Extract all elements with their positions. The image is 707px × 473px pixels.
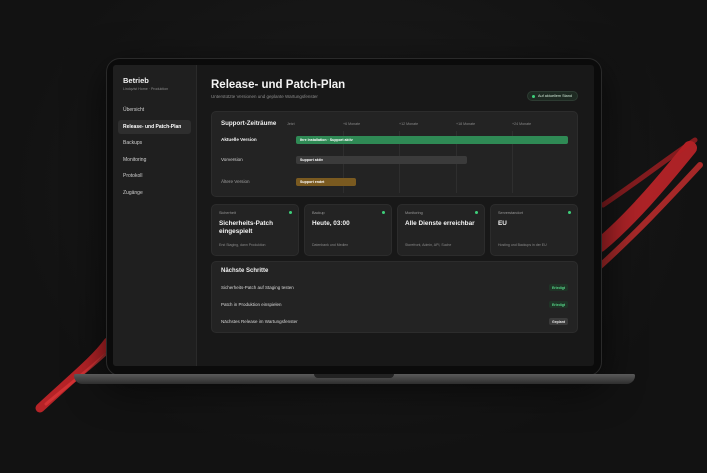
sidebar-item-release-plan[interactable]: Release- und Patch-Plan bbox=[118, 119, 191, 134]
status-badge: Auf aktuellem Stand bbox=[527, 91, 578, 101]
tile-security[interactable]: Sicherheit Sicherheits-Patch eingespielt… bbox=[211, 204, 299, 256]
stage: Betrieb Lindqvist Home · Produktion Über… bbox=[0, 0, 707, 473]
list-item[interactable]: Nächstes Release im Wartungsfenster Gepl… bbox=[221, 313, 568, 330]
tick-label: +12 Monate bbox=[399, 122, 419, 126]
tick-label: +6 Monate bbox=[343, 122, 361, 126]
page-title: Release- und Patch-Plan bbox=[211, 79, 346, 91]
tile-note: Storefront, Admin, API, Suche bbox=[405, 243, 452, 247]
tile-value: EU bbox=[498, 220, 507, 227]
tile-label: Sicherheit bbox=[219, 211, 236, 215]
tile-server-location[interactable]: Serverstandort EU Hosting und Backups in… bbox=[490, 204, 578, 256]
timeline-bar-previous[interactable]: Support aktiv bbox=[296, 156, 468, 164]
status-badge: Erledigt bbox=[548, 284, 568, 291]
tick-label: +18 Monate bbox=[456, 122, 476, 126]
tile-value: Sicherheits-Patch eingespielt bbox=[219, 220, 273, 235]
sidebar-subtitle: Lindqvist Home · Produktion bbox=[123, 87, 169, 91]
support-timeline-card: Support-Zeiträume Jetzt +6 Monate +12 Mo… bbox=[211, 111, 578, 197]
tile-note: Datenbank und Medien bbox=[312, 243, 349, 247]
next-steps-card: Nächste Schritte Sicherheits-Patch auf S… bbox=[211, 261, 578, 333]
sidebar-item-monitoring[interactable]: Monitoring bbox=[118, 153, 191, 167]
status-text: Auf aktuellem Stand bbox=[538, 94, 572, 98]
row-label-older: Ältere Version bbox=[221, 179, 250, 184]
sidebar-item-backups[interactable]: Backups bbox=[118, 136, 191, 150]
step-text: Nächstes Release im Wartungsfenster bbox=[221, 319, 298, 324]
tile-value: Alle Dienste erreichbar bbox=[405, 220, 475, 227]
sidebar-item-protokoll[interactable]: Protokoll bbox=[118, 169, 191, 183]
sidebar-item-zugaenge[interactable]: Zugänge bbox=[118, 186, 191, 200]
status-dot-icon bbox=[532, 94, 536, 98]
step-text: Patch in Produktion einspielen bbox=[221, 302, 282, 307]
tick-label: +24 Monate bbox=[512, 122, 532, 126]
list-item[interactable]: Patch in Produktion einspielen Erledigt bbox=[221, 296, 568, 313]
status-dot-icon bbox=[289, 211, 292, 214]
tile-monitoring[interactable]: Monitoring Alle Dienste erreichbar Store… bbox=[397, 204, 485, 256]
sidebar: Betrieb Lindqvist Home · Produktion Über… bbox=[113, 65, 197, 366]
status-badge: Geplant bbox=[548, 318, 568, 325]
row-label-previous: Vorversion bbox=[221, 157, 243, 162]
status-badge: Erledigt bbox=[548, 301, 568, 308]
tile-label: Serverstandort bbox=[498, 211, 523, 215]
row-label-current: Aktuelle Version bbox=[221, 137, 257, 142]
tile-backup[interactable]: Backup Heute, 03:00 Datenbank und Medien bbox=[304, 204, 392, 256]
sidebar-item-uebersicht[interactable]: Übersicht bbox=[118, 103, 191, 117]
main-content: Release- und Patch-Plan Unterstützte Ver… bbox=[197, 65, 594, 366]
tick-label: Jetzt bbox=[287, 122, 295, 126]
list-item[interactable]: Sicherheits-Patch auf Staging testen Erl… bbox=[221, 279, 568, 296]
next-steps-title: Nächste Schritte bbox=[221, 268, 269, 274]
status-tiles: Sicherheit Sicherheits-Patch eingespielt… bbox=[211, 204, 578, 256]
status-dot-icon bbox=[475, 211, 478, 214]
tile-note: Hosting und Backups in der EU bbox=[498, 243, 547, 247]
tile-label: Backup bbox=[312, 211, 325, 215]
status-dot-icon bbox=[382, 211, 385, 214]
app-window: Betrieb Lindqvist Home · Produktion Über… bbox=[113, 65, 594, 366]
tile-note: Erst Staging, dann Produktion bbox=[219, 243, 266, 247]
sidebar-title: Betrieb bbox=[123, 76, 149, 85]
status-dot-icon bbox=[568, 211, 571, 214]
timeline-bar-older[interactable]: Support endet bbox=[296, 178, 356, 186]
tile-value: Heute, 03:00 bbox=[312, 220, 350, 227]
tile-label: Monitoring bbox=[405, 211, 423, 215]
timeline-bar-current[interactable]: Ihre Installation · Support aktiv bbox=[296, 136, 568, 144]
page-subtitle: Unterstützte Versionen und geplante Wart… bbox=[211, 94, 318, 99]
laptop-notch bbox=[314, 374, 394, 378]
step-text: Sicherheits-Patch auf Staging testen bbox=[221, 285, 294, 290]
